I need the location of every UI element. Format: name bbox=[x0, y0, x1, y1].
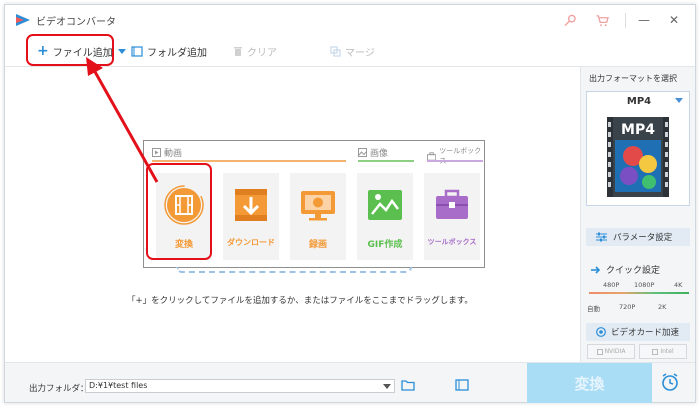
annotation-arrow bbox=[86, 57, 159, 183]
